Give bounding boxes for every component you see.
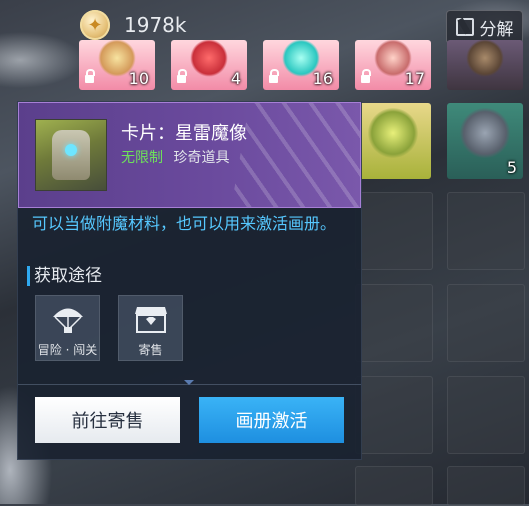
- inventory-cell[interactable]: [447, 40, 523, 90]
- inventory-cell[interactable]: 10: [79, 40, 155, 90]
- inventory-cell[interactable]: 5: [447, 103, 523, 179]
- inventory-cell-empty[interactable]: [355, 466, 433, 506]
- star-coin-icon: ✦: [80, 10, 110, 40]
- parachute-icon: [52, 308, 83, 333]
- inventory-cell-empty[interactable]: [447, 192, 525, 270]
- activate-album-button[interactable]: 画册激活: [199, 397, 344, 443]
- creature-portrait-icon: [368, 108, 418, 159]
- decompose-icon: [455, 18, 474, 36]
- card-header: 卡片：星雷魔像 无限制 珍奇道具: [18, 102, 361, 208]
- item-count: 4: [230, 69, 241, 88]
- inventory-cell-empty[interactable]: [447, 284, 525, 362]
- item-count: 17: [404, 69, 425, 88]
- card-name: 卡片：星雷魔像: [121, 123, 247, 144]
- item-detail-panel: 卡片：星雷魔像 无限制 珍奇道具 可以当做附魔材料，也可以用来激活画册。 获取途…: [17, 101, 362, 460]
- inventory-cell-empty[interactable]: [447, 466, 525, 506]
- inventory-cell-empty[interactable]: [447, 376, 525, 454]
- card-emblem-icon: [190, 40, 228, 77]
- tag-unlimited: 无限制: [121, 150, 163, 166]
- section-title-sources: 获取途径: [27, 266, 102, 286]
- golem-gem-icon: [65, 144, 77, 156]
- panel-divider: [18, 380, 361, 385]
- shop-icon: [134, 307, 167, 333]
- lock-icon: [269, 69, 279, 83]
- lock-icon: [85, 69, 95, 83]
- card-tags: 无限制 珍奇道具: [121, 147, 229, 167]
- inventory-cell-empty[interactable]: [355, 284, 433, 362]
- item-count: 16: [312, 69, 333, 88]
- creature-portrait-icon: [466, 40, 504, 77]
- card-thumbnail: [35, 119, 107, 191]
- go-consign-button[interactable]: 前往寄售: [35, 397, 180, 443]
- item-count: 10: [128, 69, 149, 88]
- decorative-pattern: [228, 103, 360, 207]
- source-adventure[interactable]: 冒险 · 闯关: [35, 295, 100, 361]
- currency-value: 1978k: [124, 13, 187, 37]
- lock-icon: [361, 69, 371, 83]
- decompose-button[interactable]: 分解: [446, 10, 523, 44]
- lock-icon: [177, 69, 187, 83]
- source-label: 寄售: [138, 343, 163, 357]
- source-consign[interactable]: 寄售: [118, 295, 183, 361]
- inventory-cell-empty[interactable]: [355, 192, 433, 270]
- inventory-cell[interactable]: 4: [171, 40, 247, 90]
- inventory-cell[interactable]: [355, 103, 431, 179]
- item-description: 可以当做附魔材料，也可以用来激活画册。: [32, 214, 337, 233]
- decompose-label: 分解: [479, 19, 514, 40]
- item-count: 5: [506, 158, 517, 177]
- tag-type: 珍奇道具: [173, 150, 230, 166]
- inventory-cell[interactable]: 17: [355, 40, 431, 90]
- inventory-cell[interactable]: 16: [263, 40, 339, 90]
- inventory-cell-empty[interactable]: [355, 376, 433, 454]
- source-label: 冒险 · 闯关: [37, 343, 98, 357]
- robot-portrait-icon: [460, 108, 510, 159]
